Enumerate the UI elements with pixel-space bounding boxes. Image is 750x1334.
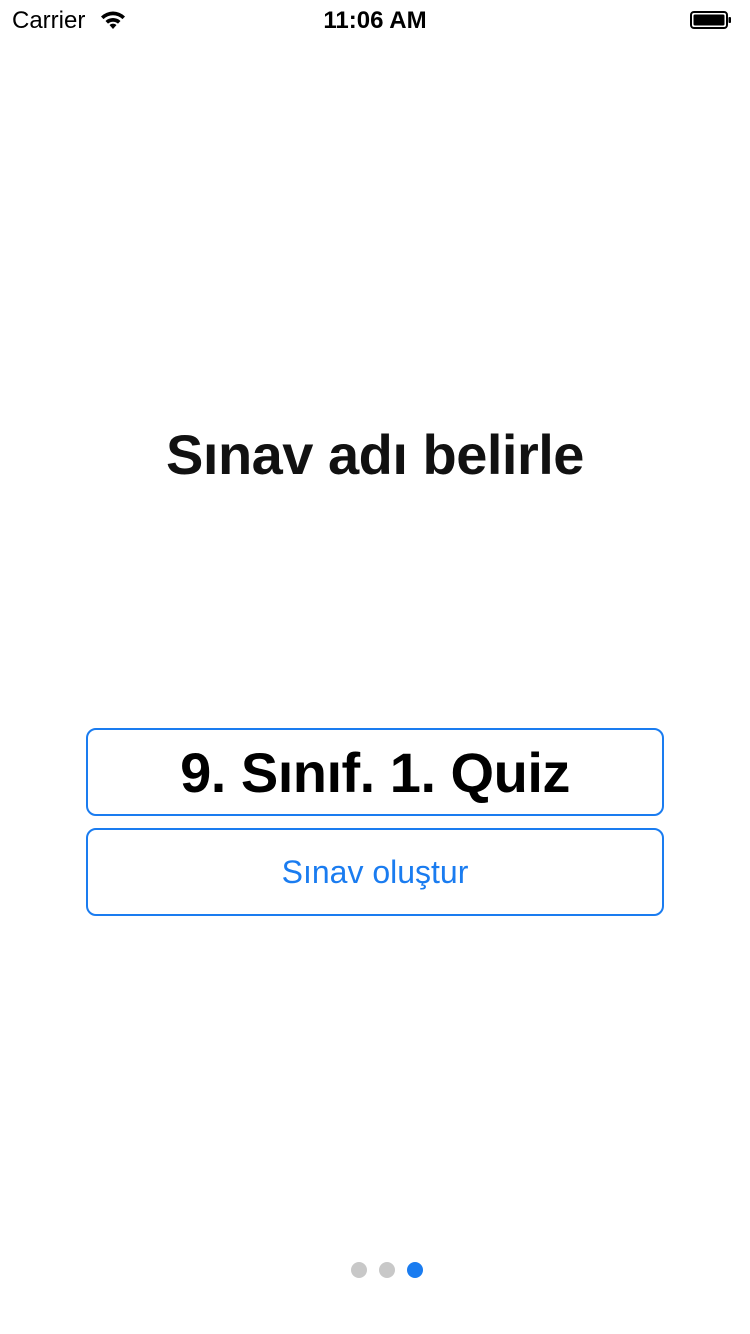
page-dot-3-active[interactable] (407, 1262, 423, 1278)
page-dot-2[interactable] (379, 1262, 395, 1278)
status-time: 11:06 AM (323, 7, 427, 34)
page-title: Sınav adı belirle (166, 423, 584, 486)
status-bar: Carrier 11:06 AM (0, 0, 750, 40)
quiz-name-field[interactable]: 9. Sınıf. 1. Quiz (86, 728, 664, 816)
page-dot-1[interactable] (351, 1262, 367, 1278)
create-quiz-button[interactable]: Sınav oluştur (86, 828, 664, 916)
screen: Carrier 11:06 AM Sınav adı belirle 9. Sı… (0, 0, 750, 1334)
battery-icon (690, 11, 731, 29)
page-control[interactable] (0, 1262, 750, 1278)
